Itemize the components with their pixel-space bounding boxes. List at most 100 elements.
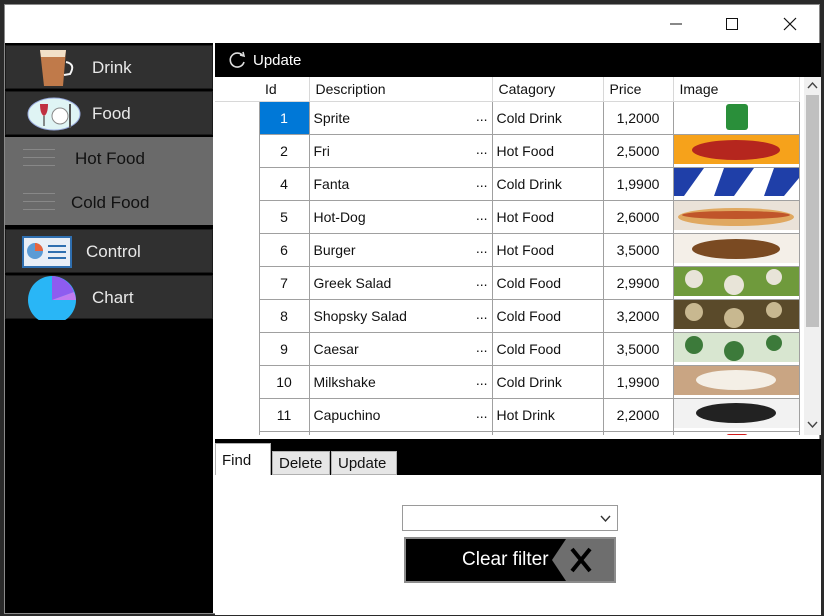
row-header[interactable] — [215, 101, 260, 135]
data-grid[interactable]: Id Description Catagory Price Image 1 Spr… — [215, 77, 821, 435]
filter-dropdown[interactable] — [402, 505, 618, 531]
column-header-price[interactable]: Price — [603, 77, 674, 102]
column-header-id[interactable]: Id — [259, 77, 310, 102]
cell-image[interactable] — [672, 167, 800, 201]
cell-image[interactable] — [672, 431, 800, 435]
scroll-down-icon[interactable] — [807, 421, 818, 429]
cell-category[interactable]: Hot Food — [491, 233, 604, 267]
cell-category[interactable]: Cold Drink — [491, 431, 604, 435]
table-row[interactable]: 11 Capuchino... Hot Drink 2,2000 — [215, 398, 800, 432]
table-row[interactable]: 6 Burger... Hot Food 3,5000 — [215, 233, 800, 267]
row-header[interactable] — [215, 431, 260, 435]
row-header[interactable] — [215, 200, 260, 234]
sidebar-item-chart[interactable]: Chart — [5, 275, 213, 320]
cell-price[interactable]: 2,2000 — [602, 398, 674, 432]
table-row[interactable]: 1 Sprite... Cold Drink 1,2000 — [215, 101, 800, 135]
table-row[interactable]: 7 Greek Salad... Cold Food 2,9900 — [215, 266, 800, 300]
ellipsis-button[interactable]: ... — [476, 141, 488, 157]
cell-price[interactable]: 2,5000 — [602, 134, 674, 168]
cell-image[interactable] — [672, 233, 800, 267]
cell-id[interactable]: 10 — [258, 365, 310, 399]
tab-delete[interactable]: Delete — [272, 451, 330, 475]
sidebar-item-control[interactable]: Control — [5, 229, 213, 273]
cell-description[interactable]: Fri... — [308, 134, 493, 168]
row-header[interactable] — [215, 332, 260, 366]
cell-id[interactable]: 4 — [258, 167, 310, 201]
column-header-description[interactable]: Description — [309, 77, 493, 102]
cell-price[interactable]: 3,5000 — [602, 332, 674, 366]
cell-description[interactable]: Greek Salad... — [308, 266, 493, 300]
cell-image[interactable] — [672, 101, 800, 135]
cell-price[interactable]: 2,6000 — [602, 200, 674, 234]
cell-category[interactable]: Cold Drink — [491, 167, 604, 201]
table-row[interactable]: 5 Hot-Dog... Hot Food 2,6000 — [215, 200, 800, 234]
cell-category[interactable]: Cold Drink — [491, 101, 604, 135]
cell-category[interactable]: Cold Drink — [491, 365, 604, 399]
sidebar-item-hot-food[interactable]: Hot Food — [5, 137, 213, 181]
cell-image[interactable] — [672, 332, 800, 366]
close-button[interactable] — [761, 5, 819, 43]
cell-id[interactable]: 8 — [258, 299, 310, 333]
cell-id[interactable]: 7 — [258, 266, 310, 300]
cell-category[interactable]: Cold Food — [491, 332, 604, 366]
cell-id[interactable]: 12 — [258, 431, 310, 435]
column-header-category[interactable]: Catagory — [492, 77, 604, 102]
cell-image[interactable] — [672, 365, 800, 399]
cell-category[interactable]: Hot Drink — [491, 398, 604, 432]
cell-description[interactable]: Coca Cola... — [308, 431, 493, 435]
tab-find[interactable]: Find — [215, 443, 271, 475]
cell-id[interactable]: 1 — [258, 101, 310, 135]
tab-update[interactable]: Update — [331, 451, 397, 475]
cell-price[interactable]: 1,2000 — [602, 101, 674, 135]
row-header[interactable] — [215, 299, 260, 333]
cell-description[interactable]: Shopsky Salad... — [308, 299, 493, 333]
sidebar-item-drink[interactable]: Drink — [5, 45, 213, 89]
cell-price[interactable]: 3,5000 — [602, 233, 674, 267]
ellipsis-button[interactable]: ... — [476, 240, 488, 256]
cell-image[interactable] — [672, 398, 800, 432]
ellipsis-button[interactable]: ... — [476, 372, 488, 388]
cell-price[interactable]: 2,9900 — [602, 266, 674, 300]
cell-id[interactable]: 11 — [258, 398, 310, 432]
table-row[interactable]: 9 Caesar... Cold Food 3,5000 — [215, 332, 800, 366]
sidebar-item-cold-food[interactable]: Cold Food — [5, 181, 213, 225]
clear-filter-button[interactable]: Clear filter — [404, 537, 616, 583]
row-header[interactable] — [215, 398, 260, 432]
cell-id[interactable]: 5 — [258, 200, 310, 234]
cell-id[interactable]: 6 — [258, 233, 310, 267]
update-button[interactable]: Update — [227, 49, 301, 71]
scroll-up-icon[interactable] — [807, 81, 818, 89]
row-header[interactable] — [215, 134, 260, 168]
maximize-button[interactable] — [703, 5, 761, 43]
cell-category[interactable]: Hot Food — [491, 200, 604, 234]
minimize-button[interactable] — [647, 5, 705, 43]
table-row[interactable]: 8 Shopsky Salad... Cold Food 3,2000 — [215, 299, 800, 333]
cell-image[interactable] — [672, 266, 800, 300]
cell-image[interactable] — [672, 200, 800, 234]
cell-description[interactable]: Fanta... — [308, 167, 493, 201]
sidebar-item-food[interactable]: Food — [5, 91, 213, 135]
cell-image[interactable] — [672, 134, 800, 168]
ellipsis-button[interactable]: ... — [476, 405, 488, 421]
cell-description[interactable]: Sprite... — [308, 101, 493, 135]
ellipsis-button[interactable]: ... — [476, 207, 488, 223]
table-row[interactable]: 12Coca Cola...Cold Drink1,9900 — [215, 431, 800, 435]
vertical-scrollbar[interactable] — [804, 77, 821, 435]
cell-category[interactable]: Cold Food — [491, 299, 604, 333]
cell-description[interactable]: Capuchino... — [308, 398, 493, 432]
cell-price[interactable]: 1,9900 — [602, 365, 674, 399]
row-header[interactable] — [215, 233, 260, 267]
ellipsis-button[interactable]: ... — [476, 174, 488, 190]
ellipsis-button[interactable]: ... — [476, 273, 488, 289]
table-row[interactable]: 10 Milkshake... Cold Drink 1,9900 — [215, 365, 800, 399]
table-row[interactable]: 2 Fri... Hot Food 2,5000 — [215, 134, 800, 168]
cell-price[interactable]: 3,2000 — [602, 299, 674, 333]
cell-price[interactable]: 1,9900 — [602, 167, 674, 201]
ellipsis-button[interactable]: ... — [476, 108, 488, 124]
cell-description[interactable]: Caesar... — [308, 332, 493, 366]
table-row[interactable]: 4 Fanta... Cold Drink 1,9900 — [215, 167, 800, 201]
cell-id[interactable]: 2 — [258, 134, 310, 168]
cell-description[interactable]: Burger... — [308, 233, 493, 267]
row-header[interactable] — [215, 266, 260, 300]
scrollbar-thumb[interactable] — [806, 95, 819, 327]
